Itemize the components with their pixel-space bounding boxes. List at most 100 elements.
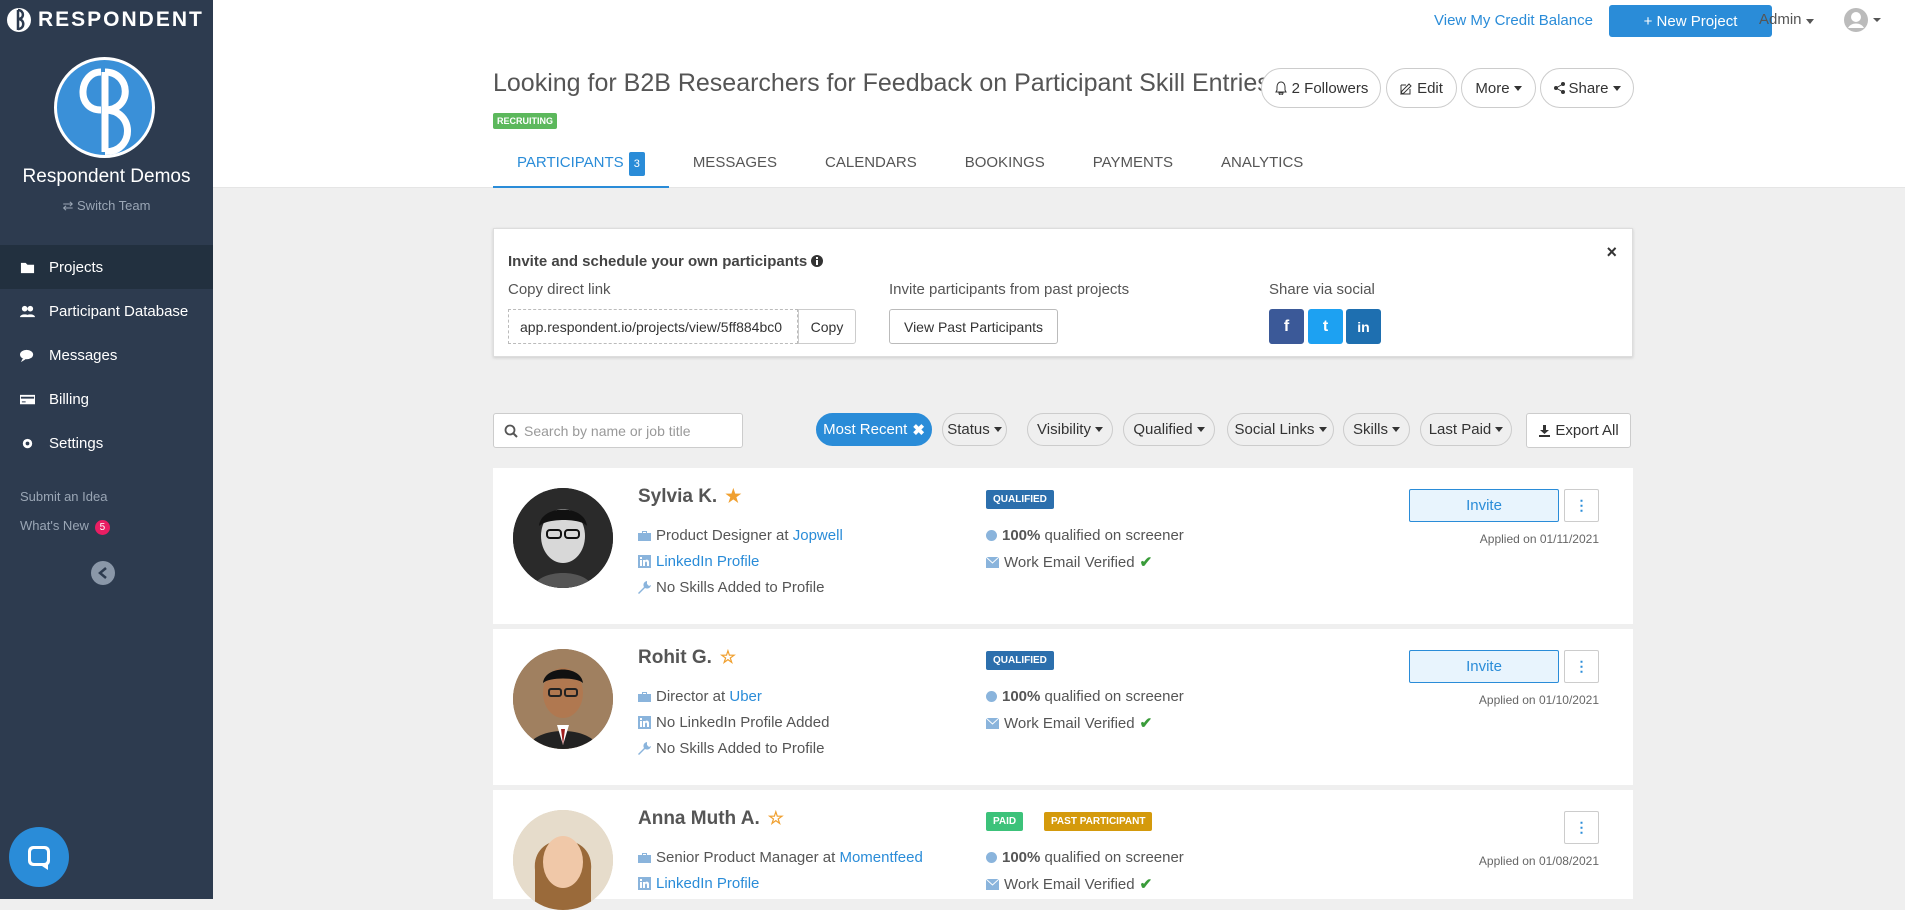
search-icon <box>504 424 518 438</box>
email-verified: Work Email Verified ✔ <box>986 875 1152 893</box>
user-avatar-menu[interactable] <box>1843 6 1881 34</box>
view-past-participants-button[interactable]: View Past Participants <box>889 309 1058 344</box>
followers-button[interactable]: 2 Followers <box>1261 68 1381 108</box>
tab-messages[interactable]: MESSAGES <box>669 152 801 188</box>
credit-balance-link[interactable]: View My Credit Balance <box>1434 12 1593 29</box>
email-verified-text: Work Email Verified <box>1004 553 1135 571</box>
email-verified: Work Email Verified ✔ <box>986 714 1152 732</box>
whats-new-label: What's New <box>20 518 89 533</box>
direct-link-field[interactable]: app.respondent.io/projects/view/5ff884bc… <box>508 309 798 344</box>
check-icon: ✔ <box>1139 715 1153 732</box>
participant-role: Senior Product Manager at Momentfeed <box>638 849 923 866</box>
filter-status[interactable]: Status <box>942 413 1007 446</box>
participant-name[interactable]: Anna Muth A. ☆ <box>638 808 784 830</box>
pie-icon <box>986 852 997 863</box>
chat-bubble-icon <box>28 846 50 870</box>
star-outline-icon[interactable]: ☆ <box>768 808 784 828</box>
download-icon <box>1539 425 1551 437</box>
tab-bookings[interactable]: BOOKINGS <box>941 152 1069 188</box>
close-icon[interactable]: × <box>1606 242 1617 263</box>
chat-widget-button[interactable] <box>9 827 69 887</box>
qualified-percent: 100% <box>1002 688 1041 705</box>
linkedin-share-button[interactable]: in <box>1346 309 1381 344</box>
linkedin-profile-link[interactable]: LinkedIn Profile <box>656 553 759 570</box>
sidebar-item-billing[interactable]: Billing <box>0 377 213 421</box>
company-link[interactable]: Uber <box>729 688 762 705</box>
participant-role: Product Designer at Jopwell <box>638 527 843 544</box>
sort-most-recent-chip[interactable]: Most Recent ✖ <box>816 413 932 446</box>
search-input[interactable]: Search by name or job title <box>493 413 743 448</box>
sidebar-item-projects[interactable]: Projects <box>0 245 213 289</box>
info-icon[interactable] <box>811 255 824 267</box>
filter-skills[interactable]: Skills <box>1343 413 1410 446</box>
participant-name-text: Rohit G. <box>638 647 712 668</box>
invite-button[interactable]: Invite <box>1409 489 1559 522</box>
brand-name: RESPONDENT <box>38 8 204 31</box>
participant-name[interactable]: Rohit G. ☆ <box>638 647 736 669</box>
filter-qualified[interactable]: Qualified <box>1123 413 1215 446</box>
company-link[interactable]: Momentfeed <box>839 849 922 866</box>
participant-name[interactable]: Sylvia K. ★ <box>638 486 741 508</box>
filter-label: Status <box>947 421 990 438</box>
screener-result: 100% qualified on screener <box>986 849 1184 866</box>
followers-label: 2 Followers <box>1291 79 1369 97</box>
tab-participants[interactable]: PARTICIPANTS 3 <box>493 152 669 188</box>
brand-logo[interactable]: RESPONDENT <box>6 8 204 32</box>
whats-new-link[interactable]: What's New 5 <box>20 518 110 535</box>
email-verified: Work Email Verified ✔ <box>986 553 1152 571</box>
email-verified-text: Work Email Verified <box>1004 714 1135 732</box>
more-options-button[interactable]: ⋮ <box>1564 489 1599 522</box>
qualified-percent: 100% <box>1002 849 1041 866</box>
more-menu-button[interactable]: More <box>1461 68 1536 108</box>
remove-icon[interactable]: ✖ <box>912 421 925 439</box>
submit-idea-link[interactable]: Submit an Idea <box>20 489 107 504</box>
star-outline-icon[interactable]: ☆ <box>720 647 736 667</box>
company-link[interactable]: Jopwell <box>793 527 843 544</box>
twitter-share-button[interactable]: t <box>1308 309 1343 344</box>
star-filled-icon[interactable]: ★ <box>725 486 741 506</box>
qualified-text: qualified on screener <box>1044 688 1184 705</box>
linkedin-square-icon <box>638 716 651 729</box>
filter-label: Social Links <box>1234 421 1315 438</box>
new-project-button[interactable]: + New Project <box>1609 5 1772 37</box>
sidebar-item-label: Participant Database <box>49 302 189 320</box>
switch-team-link[interactable]: ⇄ Switch Team <box>0 198 213 214</box>
sidebar-item-settings[interactable]: Settings <box>0 421 213 465</box>
qualified-text: qualified on screener <box>1044 849 1184 866</box>
sidebar-item-participant-database[interactable]: Participant Database <box>0 289 213 333</box>
admin-menu[interactable]: Admin <box>1759 11 1814 28</box>
credit-card-icon <box>20 394 35 404</box>
top-bar: View My Credit Balance + New Project Adm… <box>213 0 1905 42</box>
filter-visibility[interactable]: Visibility <box>1027 413 1113 446</box>
participant-role: Director at Uber <box>638 688 762 705</box>
linkedin-profile-link[interactable]: LinkedIn Profile <box>656 875 759 892</box>
tab-calendars[interactable]: CALENDARS <box>801 152 941 188</box>
tab-payments[interactable]: PAYMENTS <box>1069 152 1197 188</box>
collapse-sidebar-button[interactable] <box>91 561 115 585</box>
sidebar-item-messages[interactable]: Messages <box>0 333 213 377</box>
twitter-icon: t <box>1322 317 1329 335</box>
tab-analytics[interactable]: ANALYTICS <box>1197 152 1327 188</box>
invite-button[interactable]: Invite <box>1409 650 1559 683</box>
admin-label: Admin <box>1759 11 1802 28</box>
past-participant-badge: PAST PARTICIPANT <box>1044 812 1153 831</box>
team-logo-icon <box>79 68 131 155</box>
caret-down-icon <box>1392 427 1400 432</box>
edit-button[interactable]: Edit <box>1386 68 1457 108</box>
team-avatar <box>54 57 155 158</box>
export-all-button[interactable]: Export All <box>1526 413 1631 448</box>
more-options-button[interactable]: ⋮ <box>1564 811 1599 844</box>
copy-button[interactable]: Copy <box>798 309 856 344</box>
more-options-button[interactable]: ⋮ <box>1564 650 1599 683</box>
filter-last-paid[interactable]: Last Paid <box>1420 413 1512 446</box>
applied-date: Applied on 01/11/2021 <box>1479 532 1599 546</box>
wrench-icon <box>638 581 651 594</box>
caret-down-icon <box>1196 427 1205 432</box>
share-menu-button[interactable]: Share <box>1540 68 1634 108</box>
respondent-logo-icon <box>7 8 31 32</box>
participant-photo <box>513 649 613 749</box>
filter-social-links[interactable]: Social Links <box>1227 413 1334 446</box>
facebook-share-button[interactable]: f <box>1269 309 1304 344</box>
invite-panel-title: Invite and schedule your own participant… <box>508 253 824 270</box>
role-text: Senior Product Manager at <box>656 849 836 866</box>
